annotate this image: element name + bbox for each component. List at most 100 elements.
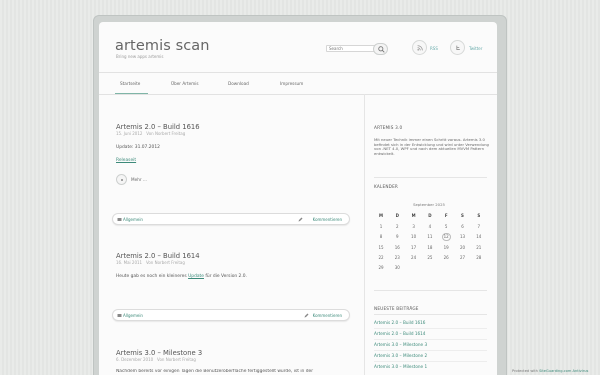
page-container: artemis scan Bring new apps artemis RSS … xyxy=(99,22,497,375)
calendar-day: 9 xyxy=(396,234,399,240)
post-link[interactable]: Releaseit xyxy=(116,158,136,163)
widget-about-text: Mit neuer Technik immer einen Schritt vo… xyxy=(374,137,489,157)
calendar-day: 19 xyxy=(443,244,449,250)
site-title[interactable]: artemis scan xyxy=(115,38,210,54)
calendar-day: 26 xyxy=(443,254,449,260)
post-date[interactable]: 16. Mai 2011 xyxy=(116,260,142,265)
post-title[interactable]: Artemis 2.0 – Build 1614 xyxy=(116,252,200,260)
post-author[interactable]: Von Norbert Freitag xyxy=(146,131,185,136)
recent-divider xyxy=(374,350,487,351)
widget-divider xyxy=(374,177,487,178)
rss-button[interactable] xyxy=(412,40,427,55)
recent-post-link[interactable]: Artemis 2.0 – Build 1614 xyxy=(374,331,425,336)
calendar-day: 16 xyxy=(394,244,400,250)
recent-divider xyxy=(374,339,487,340)
recent-post-link[interactable]: Artemis 3.0 – Milestone 3 xyxy=(374,342,427,347)
post-title[interactable]: Artemis 3.0 – Milestone 3 xyxy=(116,349,202,357)
update-link[interactable]: Update xyxy=(188,274,204,279)
rss-icon xyxy=(417,45,423,51)
calendar-day: 6 xyxy=(461,224,464,229)
post-author[interactable]: Von Norbert Freitag xyxy=(146,260,185,265)
dot-icon xyxy=(120,178,123,181)
calendar-day: 28 xyxy=(476,254,482,260)
category-link[interactable]: Allgemein xyxy=(123,217,143,222)
category-link[interactable]: Allgemein xyxy=(123,313,143,318)
calendar-weekday: S xyxy=(461,213,464,218)
calendar-weekday: D xyxy=(428,213,432,218)
post-meta: 16. Mai 2011 Von Norbert Freitag xyxy=(116,260,185,265)
search-form xyxy=(326,43,390,55)
calendar-weekday: S xyxy=(477,213,481,218)
calendar-day: 30 xyxy=(394,265,400,271)
recent-post-link[interactable]: Artemis 2.0 – Build 1616 xyxy=(374,320,425,325)
widget-divider xyxy=(374,290,487,291)
post-text: Nachdem bereits vor einigen Tagen die Be… xyxy=(116,369,314,374)
twitter-link[interactable]: Twitter xyxy=(469,46,482,51)
column-divider xyxy=(364,94,365,375)
nav-divider-top xyxy=(99,72,497,73)
widget-title-artemis: ARTEMIS 3.0 xyxy=(374,125,403,130)
twitter-button[interactable] xyxy=(450,40,465,55)
nav-item-startseite[interactable]: Startseite xyxy=(120,81,140,86)
read-more-label[interactable]: Mehr ... xyxy=(131,177,147,182)
twitter-icon xyxy=(456,45,460,50)
calendar-day: 20 xyxy=(459,244,466,250)
post-date[interactable]: 15. Juni 2012 xyxy=(116,131,142,136)
widget-title-recent: NEUESTE BEITRÄGE xyxy=(374,306,419,311)
calendar-day: 21 xyxy=(476,244,482,250)
calendar-caption: September 2025 xyxy=(413,202,445,207)
calendar-day: 15 xyxy=(378,244,384,250)
rss-link[interactable]: RSS xyxy=(430,46,438,51)
post-author[interactable]: Von Norbert Freitag xyxy=(157,357,196,362)
post-meta: 15. Juni 2012 Von Norbert Freitag xyxy=(116,131,185,136)
calendar-day: 4 xyxy=(428,224,432,229)
calendar-day: 10 xyxy=(411,234,417,240)
nav-item-download[interactable]: Download xyxy=(228,81,249,86)
calendar-day: 17 xyxy=(411,244,417,250)
calendar-day: 2 xyxy=(396,224,399,229)
nav-item-impressum[interactable]: Impressum xyxy=(280,81,303,86)
siteguarding-link[interactable]: SiteGuarding.com Antivirus xyxy=(539,369,588,373)
search-icon xyxy=(378,46,385,53)
calendar-weekday: M xyxy=(411,213,416,218)
comment-link[interactable]: Kommentieren xyxy=(313,217,342,222)
widget-divider xyxy=(374,314,487,315)
calendar-day: 7 xyxy=(477,224,481,229)
calendar-weekday: M xyxy=(379,213,383,218)
pencil-icon xyxy=(298,217,303,222)
search-button[interactable] xyxy=(373,43,388,55)
post-title[interactable]: Artemis 2.0 – Build 1616 xyxy=(116,123,200,131)
search-input[interactable] xyxy=(326,45,378,52)
protected-notice: Protected with SiteGuarding.com Antiviru… xyxy=(512,369,589,373)
nav-item-ueber-artemis[interactable]: Über Artemis xyxy=(171,81,199,86)
site-description: Bring new apps artemis xyxy=(116,54,164,59)
calendar-day: 25 xyxy=(427,254,433,260)
calendar-day: 12 xyxy=(443,234,449,240)
post-text: Heute gab es noch ein kleineres Update f… xyxy=(116,274,247,279)
calendar-day: 24 xyxy=(411,254,417,260)
read-more-button[interactable] xyxy=(116,174,127,185)
calendar-day: 18 xyxy=(427,244,433,250)
calendar-day: 13 xyxy=(459,234,466,240)
post-meta: 6. Dezember 2010 Von Norbert Freitag xyxy=(116,357,196,362)
calendar-day: 11 xyxy=(427,234,433,240)
calendar-day: 14 xyxy=(476,234,482,240)
post-footer: Allgemein Kommentieren xyxy=(112,213,350,225)
calendar-day: 27 xyxy=(459,254,466,260)
folder-icon xyxy=(117,314,122,317)
widget-title-calendar: KALENDER xyxy=(374,184,399,189)
calendar-day: 8 xyxy=(379,234,383,240)
recent-divider xyxy=(374,361,487,362)
recent-post-link[interactable]: Artemis 3.0 – Milestone 2 xyxy=(374,353,427,358)
post-text: Update: 31.07.2012 xyxy=(116,145,160,150)
recent-divider xyxy=(374,328,487,329)
post-date[interactable]: 6. Dezember 2010 xyxy=(116,357,153,362)
comment-link[interactable]: Kommentieren xyxy=(313,313,342,318)
calendar-day: 3 xyxy=(412,224,415,229)
post-footer: Allgemein Kommentieren xyxy=(112,309,350,321)
calendar-day: 29 xyxy=(378,265,384,271)
calendar-day: 1 xyxy=(379,224,383,229)
calendar-day: 5 xyxy=(444,224,448,229)
pencil-icon xyxy=(304,313,309,318)
recent-post-link[interactable]: Artemis 3.0 – Milestone 1 xyxy=(374,364,427,369)
